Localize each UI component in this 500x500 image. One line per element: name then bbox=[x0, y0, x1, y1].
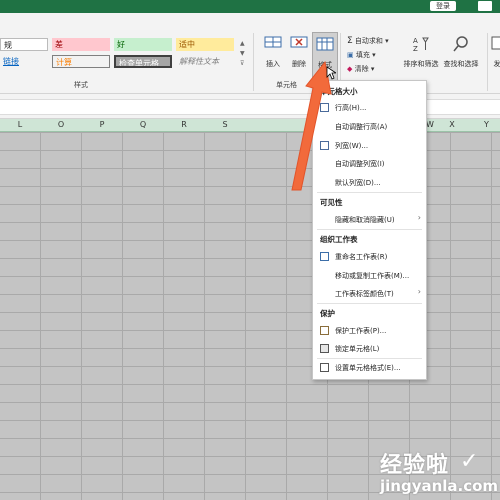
checkmark-icon: ✓ bbox=[460, 449, 479, 474]
watermark-cn: 经验啦 bbox=[380, 453, 450, 478]
annotation-arrow bbox=[291, 60, 332, 191]
watermark-en: jingyanla.com bbox=[380, 477, 499, 495]
mouse-cursor-icon bbox=[326, 66, 336, 80]
watermark: 经验啦 ✓ jingyanla.com bbox=[380, 447, 498, 495]
